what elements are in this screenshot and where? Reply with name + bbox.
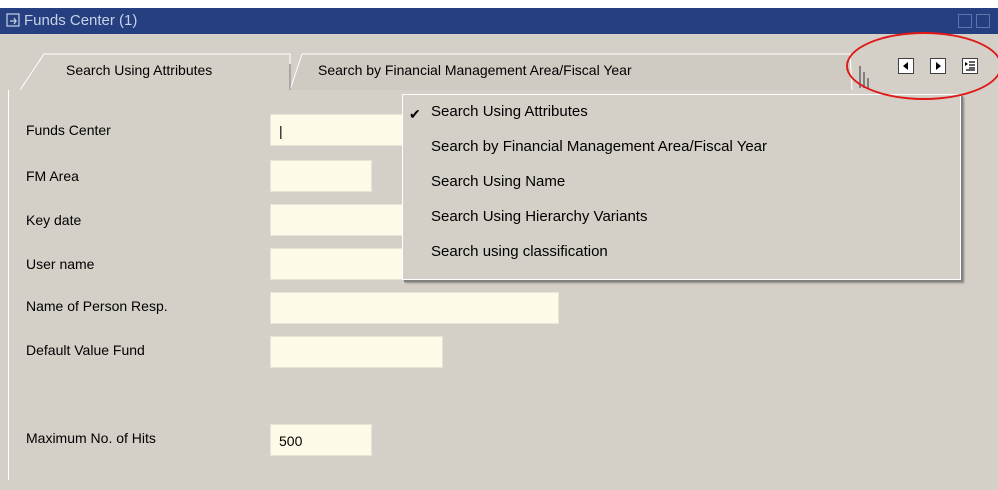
max-hits-input[interactable]: 500 (270, 424, 372, 456)
panel-border (8, 90, 9, 480)
checkmark-icon: ✔ (409, 106, 421, 122)
fm-area-input[interactable] (270, 160, 372, 192)
window-title: Funds Center (1) (24, 12, 138, 29)
search-method-menu: ✔ Search Using Attributes Search by Fina… (402, 94, 961, 280)
person-resp-input[interactable] (270, 292, 559, 324)
label-funds-center: Funds Center (26, 122, 111, 138)
label-default-fund: Default Value Fund (26, 342, 145, 358)
annotation-circle (846, 32, 998, 100)
menu-item-fm-area[interactable]: Search by Financial Management Area/Fisc… (431, 138, 767, 155)
maximize-button[interactable] (958, 14, 972, 28)
label-fm-area: FM Area (26, 168, 79, 184)
default-fund-input[interactable] (270, 336, 443, 368)
menu-item-attributes[interactable]: Search Using Attributes (431, 103, 588, 120)
tab-search-attributes[interactable]: Search Using Attributes (66, 62, 212, 78)
close-button[interactable] (976, 14, 990, 28)
window-icon (6, 13, 20, 27)
label-person-resp: Name of Person Resp. (26, 298, 168, 314)
menu-item-hierarchy[interactable]: Search Using Hierarchy Variants (431, 208, 647, 225)
title-bar: Funds Center (1) (0, 8, 998, 34)
tab-search-fm-area[interactable]: Search by Financial Management Area/Fisc… (318, 62, 632, 78)
funds-center-window: Funds Center (1) Search Using Attributes… (0, 8, 998, 490)
menu-item-name[interactable]: Search Using Name (431, 173, 565, 190)
label-max-hits: Maximum No. of Hits (26, 430, 156, 446)
menu-item-classification[interactable]: Search using classification (431, 243, 608, 260)
label-user-name: User name (26, 256, 95, 272)
label-key-date: Key date (26, 212, 82, 228)
